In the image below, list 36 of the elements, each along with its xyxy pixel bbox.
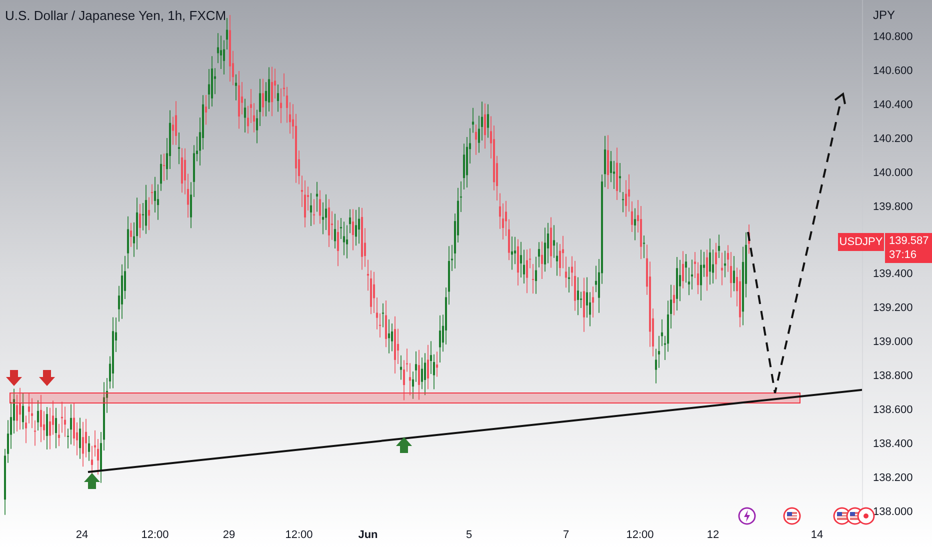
us-flag-icon[interactable] — [783, 507, 801, 525]
price-label: 139.400 — [873, 267, 913, 282]
price-label: 139.000 — [873, 335, 913, 350]
price-label: 138.200 — [873, 470, 913, 486]
trend-line[interactable] — [88, 387, 862, 473]
time-label: 24 — [76, 528, 88, 543]
time-label: 12:00 — [141, 528, 169, 543]
arrow-down-icon[interactable] — [39, 370, 55, 386]
price-label: 140.800 — [873, 30, 913, 45]
price-label: 138.600 — [873, 403, 913, 418]
time-label: 14 — [810, 528, 824, 543]
time-label: 12 — [706, 528, 720, 543]
arrow-up-icon[interactable] — [396, 437, 412, 453]
countdown-label: 37:16 — [889, 248, 918, 262]
time-label: 12:00 — [626, 528, 654, 543]
price-label: 138.800 — [873, 369, 913, 384]
price-label: 138.000 — [873, 504, 913, 520]
time-label: 29 — [222, 528, 236, 543]
price-label: 140.000 — [873, 166, 913, 181]
event-dot-icon[interactable] — [857, 507, 875, 525]
price-label: 140.600 — [873, 64, 913, 79]
currency-label: JPY — [873, 7, 896, 24]
price-tag: 139.587 — [889, 234, 928, 248]
time-label: 7 — [562, 528, 570, 543]
price-label: 139.200 — [873, 301, 913, 316]
time-label: Jun — [358, 528, 378, 543]
arrow-down-icon[interactable] — [6, 370, 22, 386]
price-label: 139.800 — [873, 200, 913, 215]
price-label: 140.400 — [873, 98, 913, 113]
time-label: 12:00 — [285, 528, 313, 543]
time-label: 5 — [466, 528, 472, 543]
price-label: 140.200 — [873, 132, 913, 147]
lightning-icon[interactable] — [738, 507, 756, 525]
symbol-tag: USDJPY — [838, 233, 884, 251]
chart-title: U.S. Dollar / Japanese Yen, 1h, FXCM — [5, 7, 226, 25]
price-label: 138.400 — [873, 437, 913, 452]
